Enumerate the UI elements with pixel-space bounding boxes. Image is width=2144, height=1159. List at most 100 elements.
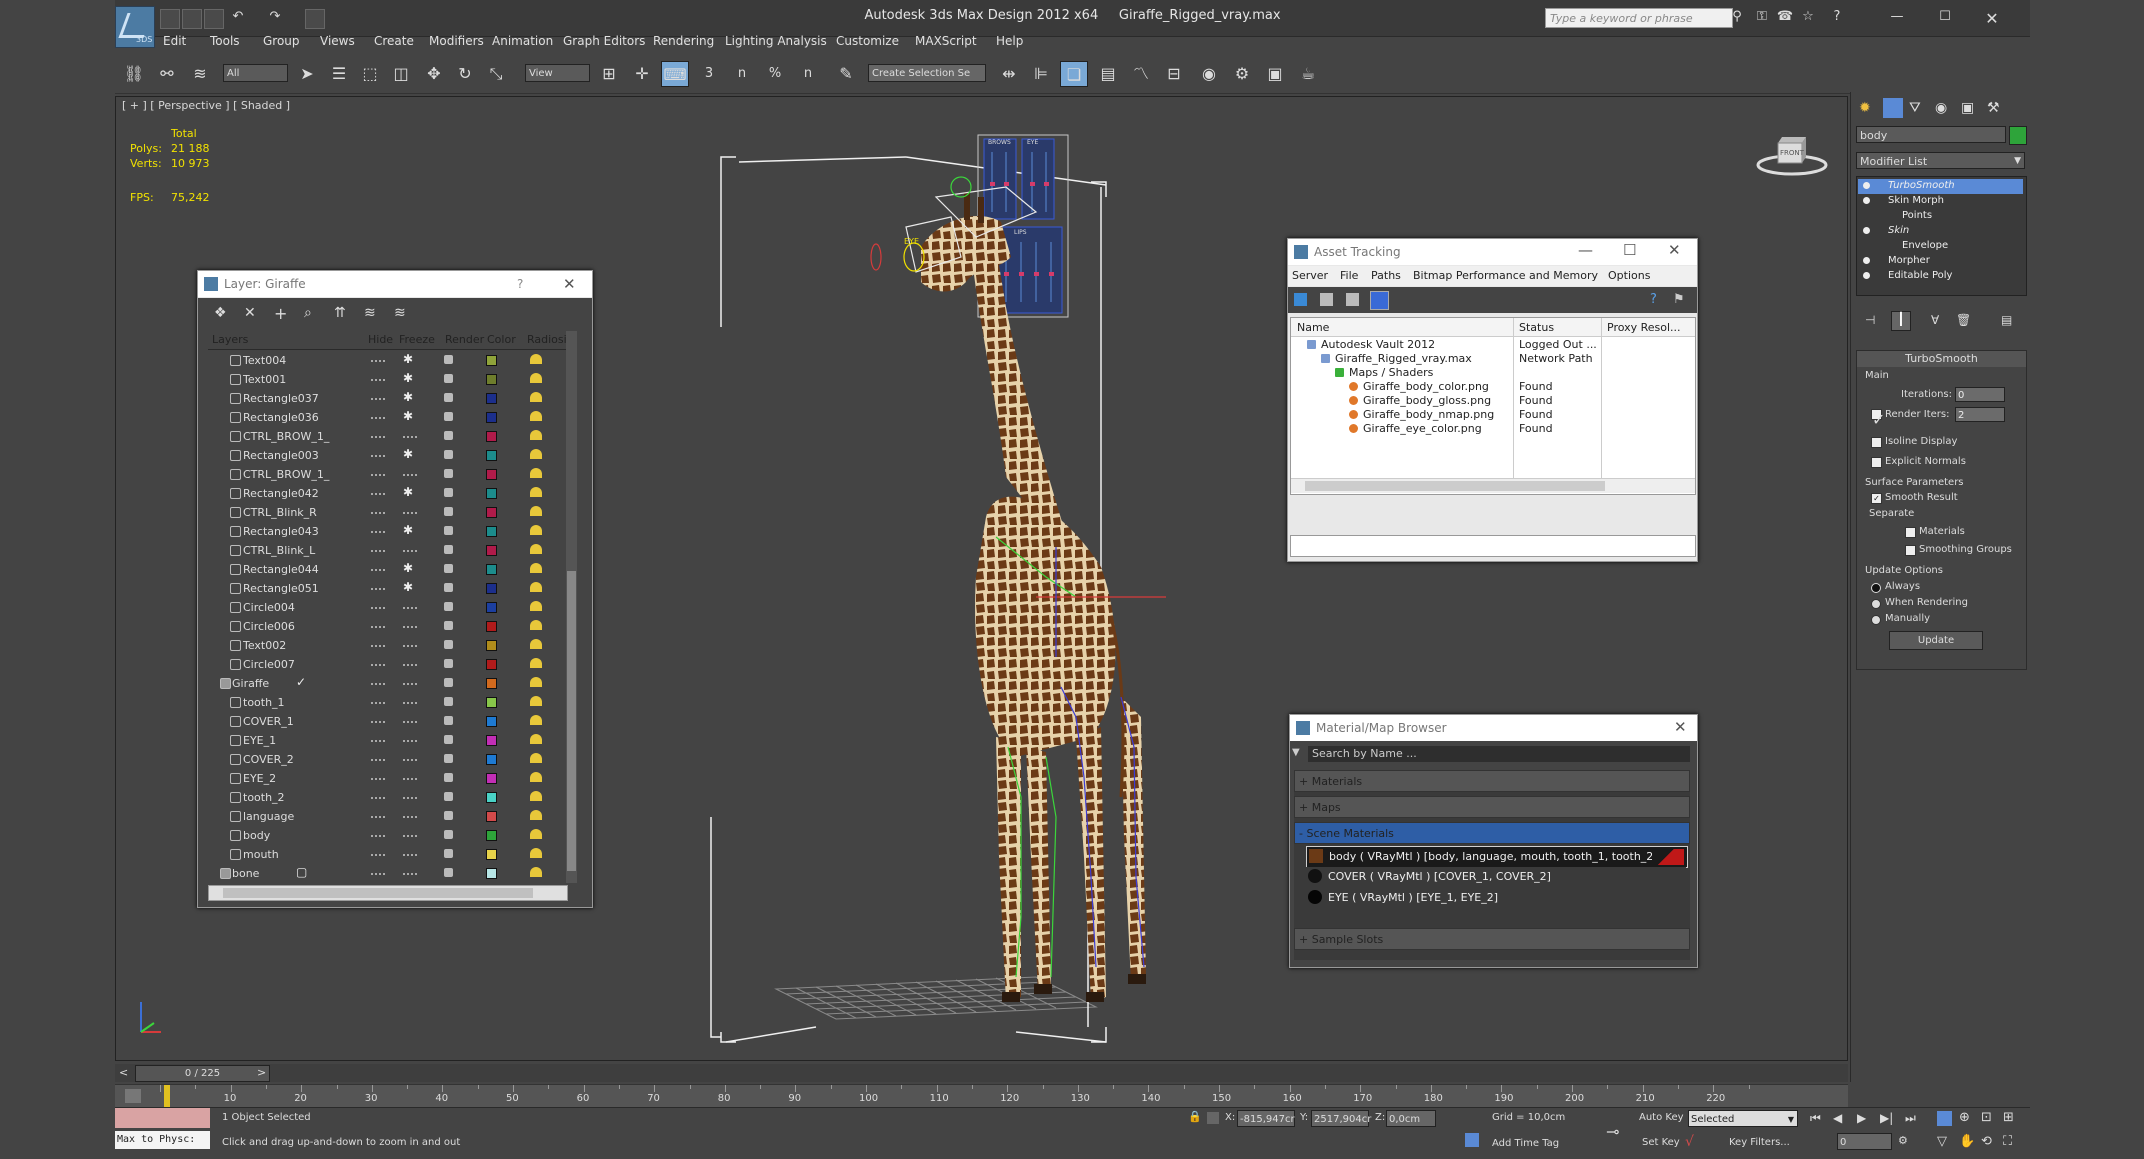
layer-color-swatch[interactable] bbox=[486, 602, 497, 613]
object-row[interactable]: language bbox=[208, 807, 564, 826]
y-coordinate-field[interactable]: 2517,904cr bbox=[1311, 1110, 1371, 1127]
keyboard-shortcut-override-icon[interactable]: ⌨ bbox=[661, 61, 689, 87]
render-teapot-icon[interactable] bbox=[444, 393, 453, 402]
asset-path-field[interactable] bbox=[1290, 535, 1696, 557]
create-layer-icon[interactable]: ❖ bbox=[214, 305, 227, 321]
hide-toggle[interactable] bbox=[371, 797, 385, 799]
menu-lighting-analysis[interactable]: Lighting Analysis bbox=[725, 34, 827, 48]
hide-toggle[interactable] bbox=[371, 626, 385, 628]
delete-layer-icon[interactable]: ✕ bbox=[244, 305, 256, 321]
modifier-sub-object[interactable]: Points bbox=[1858, 209, 2023, 224]
asset-col-name[interactable]: Name bbox=[1297, 321, 1329, 334]
render-teapot-icon[interactable] bbox=[444, 621, 453, 630]
layer-color-swatch[interactable] bbox=[486, 583, 497, 594]
freeze-toggle[interactable] bbox=[403, 607, 417, 609]
project-folder-icon[interactable] bbox=[305, 9, 325, 29]
material-browser-title[interactable]: Material/Map Browser bbox=[1290, 715, 1697, 741]
app-logo[interactable]: 3DS bbox=[115, 6, 155, 48]
freeze-toggle[interactable] bbox=[403, 512, 417, 514]
asset-maximize-icon[interactable]: ☐ bbox=[1623, 241, 1636, 259]
hide-toggle[interactable] bbox=[371, 398, 385, 400]
layer-color-swatch[interactable] bbox=[486, 431, 497, 442]
hide-toggle[interactable] bbox=[371, 778, 385, 780]
refresh-icon[interactable] bbox=[1294, 293, 1307, 306]
set-key-button[interactable]: Set Key bbox=[1642, 1137, 1680, 1148]
layer-color-swatch[interactable] bbox=[486, 697, 497, 708]
asset-close-icon[interactable]: ✕ bbox=[1668, 241, 1681, 259]
render-teapot-icon[interactable] bbox=[444, 526, 453, 535]
freeze-toggle[interactable]: ✱ bbox=[403, 561, 413, 575]
freeze-toggle[interactable] bbox=[403, 797, 417, 799]
add-to-layer-icon[interactable]: + bbox=[274, 304, 287, 323]
radiosity-icon[interactable] bbox=[530, 392, 542, 402]
asset-horizontal-scrollbar[interactable] bbox=[1291, 478, 1695, 493]
minimize-icon[interactable]: — bbox=[1887, 9, 1907, 27]
layer-color-swatch[interactable] bbox=[486, 792, 497, 803]
radiosity-icon[interactable] bbox=[530, 487, 542, 497]
hide-toggle[interactable] bbox=[371, 360, 385, 362]
layer-color-swatch[interactable] bbox=[486, 393, 497, 404]
object-row[interactable]: COVER_2 bbox=[208, 750, 564, 769]
render-teapot-icon[interactable] bbox=[444, 412, 453, 421]
render-teapot-icon[interactable] bbox=[444, 773, 453, 782]
display-tab-icon[interactable]: ▣ bbox=[1961, 100, 1974, 116]
pivot-center-icon[interactable]: ⊞ bbox=[595, 61, 623, 87]
hide-toggle[interactable] bbox=[371, 493, 385, 495]
render-teapot-icon[interactable] bbox=[444, 868, 453, 877]
asset-menu-server[interactable]: Server bbox=[1292, 269, 1328, 282]
freeze-all-layers-icon[interactable]: ≋ bbox=[394, 305, 406, 321]
radiosity-icon[interactable] bbox=[530, 468, 542, 478]
smooth-result-checkbox[interactable]: ✓ bbox=[1871, 493, 1882, 504]
when-rendering-radio[interactable] bbox=[1871, 599, 1881, 609]
freeze-toggle[interactable] bbox=[403, 474, 417, 476]
col-color[interactable]: Color bbox=[487, 333, 516, 346]
col-layers[interactable]: Layers bbox=[212, 333, 248, 346]
selection-filter-dropdown[interactable]: All bbox=[223, 64, 288, 82]
freeze-toggle[interactable] bbox=[403, 645, 417, 647]
layer-color-swatch[interactable] bbox=[486, 735, 497, 746]
object-row[interactable]: Text001 ✱ bbox=[208, 370, 564, 389]
key-mode-dropdown[interactable]: Selected ▼ bbox=[1688, 1110, 1798, 1127]
lightbulb-icon[interactable] bbox=[1863, 227, 1870, 234]
close-icon[interactable]: ✕ bbox=[1982, 9, 2002, 28]
col-freeze[interactable]: Freeze bbox=[399, 333, 435, 346]
explicit-normals-checkbox[interactable] bbox=[1871, 457, 1882, 468]
menu-modifiers[interactable]: Modifiers bbox=[429, 34, 484, 48]
subscription-icon[interactable]: ⚿ bbox=[1752, 9, 1772, 27]
layer-color-swatch[interactable] bbox=[486, 412, 497, 423]
material-search-input[interactable]: Search by Name ... bbox=[1308, 746, 1690, 762]
track-bar[interactable]: 10 20 30 40 50 60 70 80 90 100 110 120 130 140 150 160 1… bbox=[115, 1084, 1848, 1107]
radiosity-icon[interactable] bbox=[530, 639, 542, 649]
hide-toggle[interactable] bbox=[371, 569, 385, 571]
render-production-icon[interactable]: ☕ bbox=[1294, 61, 1322, 87]
modifier-stack-item[interactable]: Skin Morph bbox=[1858, 194, 2023, 209]
hide-toggle[interactable] bbox=[371, 816, 385, 818]
layer-manager-dialog[interactable]: Layer: Giraffe ? ✕ ❖ ✕ + ⌕ ⇈ ≋ ≋ Layers … bbox=[197, 270, 593, 908]
layer-color-swatch[interactable] bbox=[486, 754, 497, 765]
group-scene-materials[interactable]: - Scene Materials bbox=[1294, 822, 1690, 844]
render-teapot-icon[interactable] bbox=[444, 754, 453, 763]
table-view-icon[interactable] bbox=[1370, 291, 1389, 310]
object-row[interactable]: COVER_1 bbox=[208, 712, 564, 731]
radiosity-icon[interactable] bbox=[530, 715, 542, 725]
freeze-toggle[interactable] bbox=[403, 436, 417, 438]
render-teapot-icon[interactable] bbox=[444, 735, 453, 744]
object-row[interactable]: body bbox=[208, 826, 564, 845]
render-teapot-icon[interactable] bbox=[444, 583, 453, 592]
radiosity-icon[interactable] bbox=[530, 734, 542, 744]
remove-modifier-icon[interactable]: 🗑 bbox=[1956, 313, 1971, 327]
render-teapot-icon[interactable] bbox=[444, 792, 453, 801]
radiosity-icon[interactable] bbox=[530, 449, 542, 459]
zoom-extents-all-icon[interactable]: ⊞ bbox=[2003, 1110, 2014, 1125]
freeze-toggle[interactable]: ✱ bbox=[403, 409, 413, 423]
render-teapot-icon[interactable] bbox=[444, 469, 453, 478]
layer-dialog-close-icon[interactable]: ✕ bbox=[563, 275, 576, 293]
menu-help[interactable]: Help bbox=[996, 34, 1023, 48]
col-hide[interactable]: Hide bbox=[368, 333, 393, 346]
rollout-title[interactable]: TurboSmooth bbox=[1857, 351, 2026, 367]
layer-row[interactable]: bone ▢ bbox=[208, 864, 564, 883]
asset-menu-file[interactable]: File bbox=[1340, 269, 1358, 282]
radiosity-icon[interactable] bbox=[530, 544, 542, 554]
freeze-toggle[interactable] bbox=[403, 740, 417, 742]
object-row[interactable]: Circle006 bbox=[208, 617, 564, 636]
